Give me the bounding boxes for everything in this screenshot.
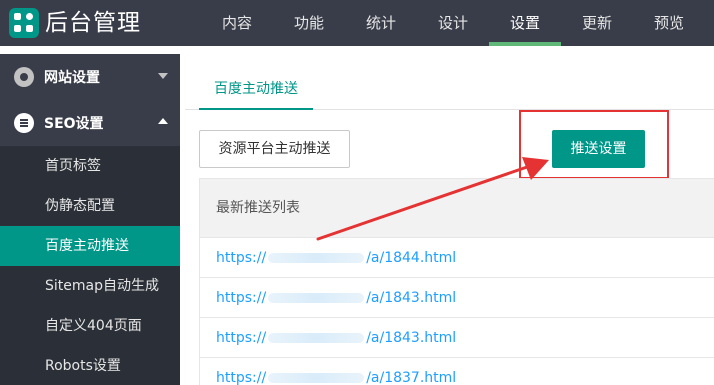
top-bar: 后台管理 内容 功能 统计 设计 设置 更新 预览 — [0, 0, 714, 46]
sidebar-item-sitemap[interactable]: Sitemap自动生成 — [0, 266, 180, 306]
table-row: https:///a/1844.html — [200, 238, 714, 278]
push-url-link[interactable]: https:///a/1837.html — [216, 370, 456, 385]
table-row: https:///a/1843.html — [200, 318, 714, 358]
push-url-link[interactable]: https:///a/1844.html — [216, 250, 456, 266]
nav-item-preview[interactable]: 预览 — [633, 0, 705, 46]
push-list-table: 最新推送列表 https:///a/1844.html https:///a/1… — [199, 178, 714, 385]
nav-item-settings[interactable]: 设置 — [489, 0, 561, 46]
push-url-link[interactable]: https:///a/1843.html — [216, 330, 456, 346]
nav-item-content[interactable]: 内容 — [201, 0, 273, 46]
sidebar-group-site-settings[interactable]: 网站设置 — [0, 54, 180, 100]
sidebar-item-custom-404[interactable]: 自定义404页面 — [0, 306, 180, 346]
sidebar-item-baidu-push[interactable]: 百度主动推送 — [0, 226, 180, 266]
sidebar-item-home-tags[interactable]: 首页标签 — [0, 146, 180, 186]
nav-item-design[interactable]: 设计 — [417, 0, 489, 46]
top-nav: 内容 功能 统计 设计 设置 更新 预览 — [201, 0, 705, 46]
sidebar-group-seo-settings[interactable]: SEO设置 — [0, 100, 180, 146]
push-settings-button[interactable]: 推送设置 — [552, 130, 645, 168]
sidebar-group-label: 网站设置 — [44, 70, 100, 86]
chevron-down-icon — [158, 73, 168, 79]
nav-item-statistics[interactable]: 统计 — [345, 0, 417, 46]
main-content: 百度主动推送 资源平台主动推送 推送设置 最新推送列表 https:///a/1… — [185, 54, 714, 385]
nav-item-update[interactable]: 更新 — [561, 0, 633, 46]
app-logo[interactable]: 后台管理 — [9, 8, 141, 38]
nav-item-features[interactable]: 功能 — [273, 0, 345, 46]
sidebar: 网站设置 SEO设置 首页标签 伪静态配置 百度主动推送 Sitemap自动生成… — [0, 54, 180, 385]
chevron-up-icon — [158, 118, 168, 124]
push-url-link[interactable]: https:///a/1843.html — [216, 290, 456, 306]
sidebar-item-robots[interactable]: Robots设置 — [0, 346, 180, 385]
gear-icon — [14, 67, 34, 87]
menu-icon — [14, 113, 34, 133]
logo-icon — [9, 8, 39, 38]
table-row: https:///a/1843.html — [200, 278, 714, 318]
sidebar-group-label: SEO设置 — [44, 116, 104, 132]
sidebar-item-rewrite-config[interactable]: 伪静态配置 — [0, 186, 180, 226]
table-row: https:///a/1837.html — [200, 358, 714, 385]
tab-baidu-push[interactable]: 百度主动推送 — [199, 70, 313, 110]
tab-bar: 百度主动推送 — [185, 70, 714, 110]
app-title: 后台管理 — [45, 10, 141, 36]
table-header: 最新推送列表 — [200, 178, 714, 238]
resource-platform-push-button[interactable]: 资源平台主动推送 — [199, 130, 350, 168]
